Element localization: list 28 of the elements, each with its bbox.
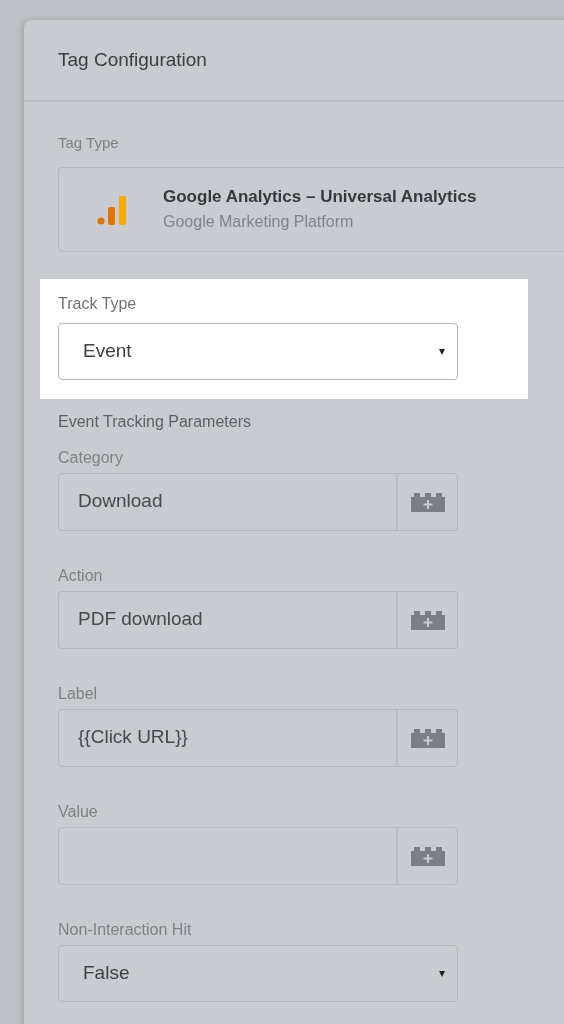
field-label: Track Type (58, 293, 138, 314)
dropdown-select[interactable]: Event ▾ (58, 322, 458, 380)
bar-chart-icon (97, 193, 127, 225)
tag-type-card[interactable]: Google Analytics – Universal Analytics Google Marketing Platform (58, 166, 564, 252)
field-label: Non-Interaction Hit (58, 919, 193, 938)
text-input-field[interactable]: PDF download (58, 590, 458, 649)
text-input-field[interactable]: {{Click URL}} (58, 708, 458, 767)
field-label: Tag Type (58, 133, 120, 153)
section-title: Event Tracking Parameters (58, 411, 252, 432)
field-label: Label (58, 683, 99, 702)
field-value: PDF download (78, 607, 203, 632)
field-label: Category (58, 447, 124, 466)
tag-type-name: Google Analytics – Universal Analytics (163, 186, 477, 209)
text-input-field[interactable]: Download (58, 472, 458, 531)
panel-title: Tag Configuration (58, 47, 207, 72)
tag-type-vendor: Google Marketing Platform (163, 211, 355, 232)
dropdown-arrow-icon: ▾ (439, 342, 445, 360)
field-value: {{Click URL}} (78, 725, 188, 750)
variable-block-plus-icon (410, 491, 445, 512)
dropdown-arrow-icon: ▾ (439, 964, 445, 982)
text-input-field[interactable] (58, 826, 458, 885)
dropdown-select[interactable]: False ▾ (58, 944, 458, 1002)
variable-block-plus-icon (410, 609, 445, 630)
field-label: Value (58, 801, 99, 820)
variable-block-plus-icon (410, 727, 445, 748)
field-label: Action (58, 565, 104, 584)
variable-block-plus-icon (410, 845, 445, 866)
field-value: Download (78, 489, 163, 514)
